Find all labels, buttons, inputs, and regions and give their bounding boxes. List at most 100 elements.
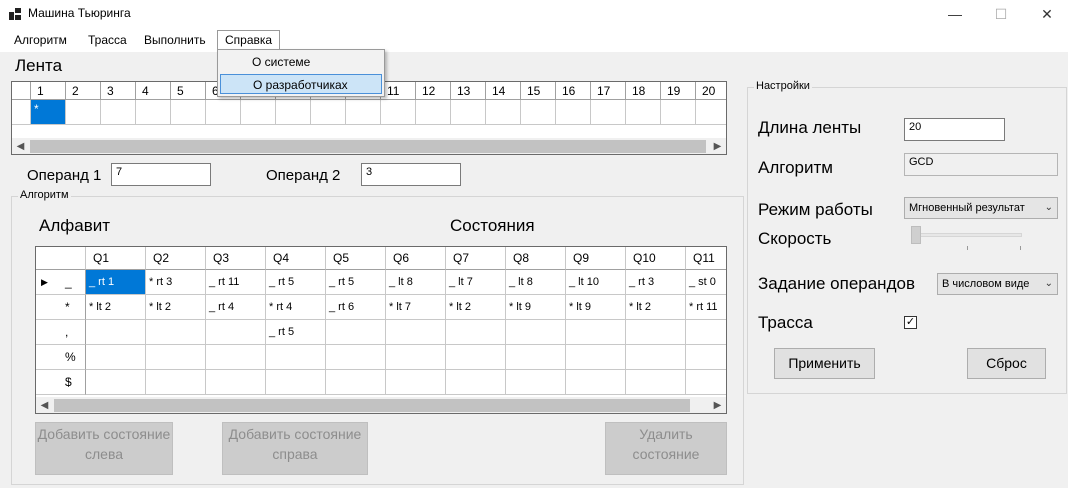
transition-cell[interactable] [206,370,266,395]
mode-select[interactable]: Мгновенный результат ⌄ [904,197,1058,219]
close-button[interactable]: ✕ [1024,0,1068,28]
maximize-button[interactable]: ☐ [978,0,1024,28]
transition-cell[interactable] [266,370,326,395]
transition-cell[interactable] [146,370,206,395]
tape-cell[interactable] [276,100,311,125]
add-state-right-button[interactable]: Добавить состояние справа [222,422,368,475]
transition-cell[interactable] [506,370,566,395]
transition-cell[interactable] [86,370,146,395]
transition-cell[interactable]: * lt 9 [506,295,566,320]
state-column-header[interactable]: Q9 [566,247,626,270]
transition-cell[interactable]: _ lt 10 [566,270,626,295]
speed-slider-track[interactable] [912,233,1022,237]
trace-checkbox[interactable]: ✓ [904,316,917,329]
alphabet-row-header[interactable]: * [36,295,86,320]
add-state-left-button[interactable]: Добавить состояние слева [35,422,173,475]
scroll-left-icon[interactable]: ◀ [36,397,53,413]
state-column-header[interactable]: Q4 [266,247,326,270]
transition-cell[interactable] [566,345,626,370]
transition-cell[interactable] [326,320,386,345]
alphabet-row-header[interactable]: ▶ _ [36,270,86,295]
transition-cell[interactable] [686,370,726,395]
transition-cell[interactable] [686,320,726,345]
transition-cell[interactable] [626,370,686,395]
transition-cell[interactable] [326,370,386,395]
alphabet-row-header[interactable]: , [36,320,86,345]
tape-cell[interactable] [381,100,416,125]
transition-cell[interactable] [446,345,506,370]
tape-scrollbar[interactable]: ◀ ▶ [12,138,726,154]
transition-cell[interactable]: * lt 9 [566,295,626,320]
apply-button[interactable]: Применить [774,348,875,379]
scroll-thumb[interactable] [54,399,690,412]
state-column-header[interactable]: Q2 [146,247,206,270]
reset-button[interactable]: Сброс [967,348,1046,379]
delete-state-button[interactable]: Удалить состояние [605,422,727,475]
transition-cell[interactable] [326,345,386,370]
transition-cell[interactable]: * lt 7 [386,295,446,320]
transition-cell[interactable] [386,345,446,370]
transition-cell[interactable]: _ rt 6 [326,295,386,320]
transition-cell[interactable]: _ rt 1 [86,270,146,295]
transition-cell[interactable]: _ rt 5 [266,270,326,295]
algorithm-scrollbar[interactable]: ◀ ▶ [36,397,726,413]
tape-cell[interactable] [311,100,346,125]
transition-cell[interactable] [386,320,446,345]
menu-item-about-system[interactable]: О системе [220,52,382,72]
tape-cell[interactable] [241,100,276,125]
transition-cell[interactable] [266,345,326,370]
transition-cell[interactable]: * lt 2 [626,295,686,320]
transition-cell[interactable]: _ rt 11 [206,270,266,295]
operand-mode-select[interactable]: В числовом виде ⌄ [937,273,1058,295]
transition-cell[interactable] [566,370,626,395]
tape-cell[interactable] [171,100,206,125]
tape-cell[interactable] [66,100,101,125]
transition-cell[interactable]: _ rt 5 [326,270,386,295]
transition-cell[interactable] [206,345,266,370]
tape-cell[interactable]: * [31,100,66,125]
tape-length-input[interactable]: 20 [904,118,1005,141]
transition-cell[interactable]: * lt 2 [446,295,506,320]
transition-cell[interactable]: _ rt 5 [266,320,326,345]
state-column-header[interactable]: Q1 [86,247,146,270]
transition-cell[interactable] [506,320,566,345]
transition-cell[interactable]: * lt 2 [86,295,146,320]
operand2-input[interactable]: 3 [361,163,461,186]
menu-run[interactable]: Выполнить [137,31,213,50]
tape-cell[interactable] [101,100,136,125]
tape-cell[interactable] [451,100,486,125]
transition-cell[interactable]: * lt 2 [146,295,206,320]
transition-cell[interactable] [626,345,686,370]
alphabet-row-header[interactable]: $ [36,370,86,395]
tape-cell[interactable] [136,100,171,125]
transition-cell[interactable] [446,320,506,345]
transition-cell[interactable] [506,345,566,370]
tape-cell[interactable] [696,100,726,125]
transition-cell[interactable] [626,320,686,345]
tape-cell[interactable] [206,100,241,125]
transition-cell[interactable] [146,345,206,370]
state-column-header[interactable]: Q5 [326,247,386,270]
minimize-button[interactable]: — [932,0,978,28]
tape-cell[interactable] [661,100,696,125]
transition-cell[interactable] [386,370,446,395]
scroll-right-icon[interactable]: ▶ [709,138,726,154]
transition-cell[interactable]: _ lt 8 [506,270,566,295]
tape-cell[interactable] [556,100,591,125]
transition-cell[interactable] [686,345,726,370]
transition-cell[interactable] [146,320,206,345]
tape-cell[interactable] [591,100,626,125]
transition-cell[interactable]: * rt 4 [266,295,326,320]
transition-cell[interactable]: * rt 11 [686,295,726,320]
transition-cell[interactable] [86,320,146,345]
transition-cell[interactable]: _ st 0 [686,270,726,295]
scroll-left-icon[interactable]: ◀ [12,138,29,154]
menu-item-about-developers[interactable]: О разработчиках [220,74,382,94]
tape-cell[interactable] [626,100,661,125]
scroll-right-icon[interactable]: ▶ [709,397,726,413]
tape-cell[interactable] [416,100,451,125]
operand1-input[interactable]: 7 [111,163,211,186]
menu-help[interactable]: Справка [217,30,281,50]
transition-cell[interactable]: _ lt 7 [446,270,506,295]
transition-cell[interactable] [566,320,626,345]
